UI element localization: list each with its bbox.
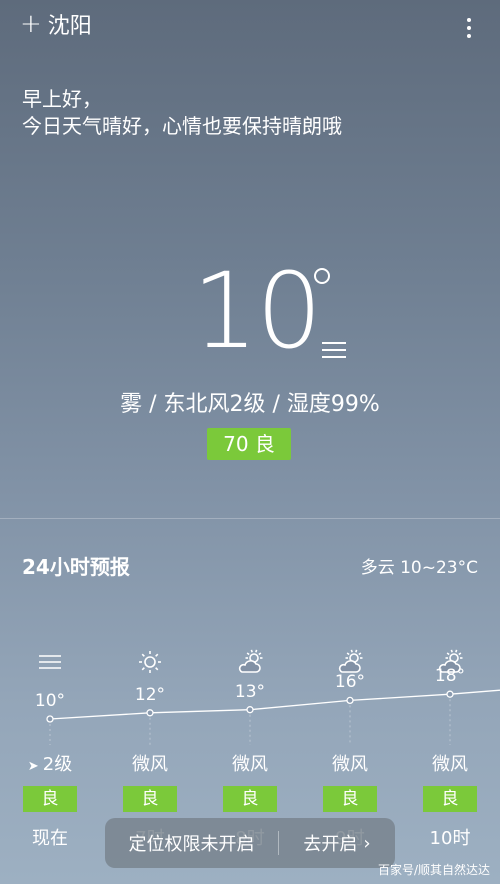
hour-air-quality: 良 bbox=[223, 786, 277, 812]
hour-temperature: 16° bbox=[334, 672, 366, 693]
hour-wind-label: 微风 bbox=[332, 754, 368, 775]
hour-temperature: 12° bbox=[134, 684, 166, 705]
hour-temperature: 10° bbox=[34, 691, 66, 711]
hour-wind-label: 微风 bbox=[432, 754, 468, 775]
hour-time: 10时 bbox=[429, 828, 471, 849]
toast-message: 定位权限未开启 bbox=[128, 834, 255, 855]
hour-column: 12°微风良7时 bbox=[100, 0, 200, 884]
watermark: 百家号/顺其自然达达 bbox=[377, 863, 490, 877]
hour-air-quality: 良 bbox=[323, 786, 377, 812]
enable-location-button[interactable]: 去开启 › bbox=[279, 830, 395, 856]
hour-wind-label: 微风 bbox=[132, 754, 168, 775]
hour-air-quality: 良 bbox=[123, 786, 177, 812]
hour-wind: 微风 bbox=[300, 750, 400, 776]
hour-wind: 微风 bbox=[200, 750, 300, 776]
fog-icon bbox=[39, 655, 61, 669]
hour-column: 18° 微风良 10时 bbox=[400, 0, 500, 884]
hour-wind-label: 2级 bbox=[42, 754, 73, 775]
enable-location-label: 去开启 bbox=[303, 834, 358, 855]
hour-column: 10° ➤ 2级良现在 bbox=[0, 0, 100, 884]
wind-direction-icon: ➤ bbox=[27, 759, 43, 774]
sun-icon bbox=[139, 651, 161, 673]
hour-time: 现在 bbox=[32, 828, 68, 849]
hour-air-quality: 良 bbox=[423, 786, 477, 812]
chevron-right-icon: › bbox=[363, 832, 371, 854]
hour-wind: 微风 bbox=[100, 750, 200, 776]
hour-wind: 微风 bbox=[400, 750, 500, 776]
hour-column: 13°微风良8时 bbox=[200, 0, 300, 884]
hour-wind: ➤ 2级 bbox=[0, 750, 100, 776]
location-permission-toast: 定位权限未开启 去开启 › bbox=[105, 818, 395, 868]
hour-wind-label: 微风 bbox=[232, 754, 268, 775]
partly-cloudy-icon bbox=[238, 649, 263, 673]
hour-temperature: 18° bbox=[434, 666, 466, 687]
hour-air-quality: 良 bbox=[23, 786, 77, 812]
hour-temperature: 13° bbox=[234, 681, 266, 702]
hour-column: 16°微风良9时 bbox=[300, 0, 400, 884]
